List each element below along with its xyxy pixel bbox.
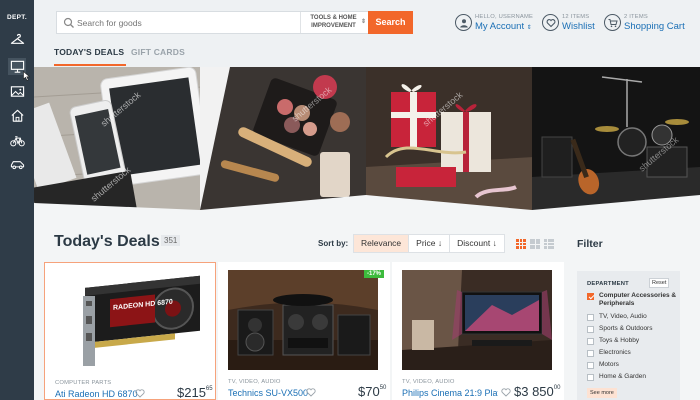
filter-option-label: Toys & Hobby: [599, 337, 640, 344]
product-category: COMPUTER PARTS: [55, 380, 112, 386]
wishlist-label: Wishlist: [562, 21, 595, 32]
wishlist-count: 12 ITEMS: [562, 14, 590, 20]
cart-label: Shopping Cart: [624, 21, 685, 32]
hanger-icon[interactable]: [9, 32, 26, 49]
tab-gift-cards[interactable]: GIFT CARDS: [131, 47, 185, 57]
checkbox[interactable]: [587, 325, 594, 333]
search-category-select[interactable]: TOOLS & HOME IMPROVEMENT ⇕: [300, 12, 369, 33]
search-bar: TOOLS & HOME IMPROVEMENT ⇕: [56, 11, 386, 34]
product-price: $3 85000: [514, 384, 560, 399]
large-grid-view-icon[interactable]: [530, 239, 540, 249]
filter-option[interactable]: Motors: [587, 361, 619, 369]
account-greeting: HELLO, USERNAME: [475, 14, 534, 20]
price-whole: $215: [177, 385, 206, 400]
active-tab-indicator: [54, 64, 126, 66]
filter-option[interactable]: Home & Garden: [587, 373, 646, 381]
discount-badge: -17%: [363, 270, 384, 278]
checkbox[interactable]: [587, 313, 594, 321]
bicycle-icon[interactable]: [9, 132, 26, 149]
sidebar-title: DEPT.: [7, 14, 27, 21]
product-name-link[interactable]: Philips Cinema 21:9 Platinum: [402, 388, 498, 398]
top-header: TOOLS & HOME IMPROVEMENT ⇕ Search HELLO,…: [34, 0, 700, 67]
filter-option[interactable]: Sports & Outdoors: [587, 325, 652, 333]
filter-option-label: Computer Accessories & Peripherals: [599, 292, 677, 307]
search-input[interactable]: [77, 15, 297, 31]
filter-option[interactable]: Computer Accessories & Peripherals: [587, 292, 680, 308]
price-whole: $70: [358, 384, 380, 399]
deals-count-badge: 351: [161, 235, 181, 246]
price-cents: 00: [553, 385, 561, 391]
product-image-tv: [402, 270, 552, 370]
list-view-icon[interactable]: [544, 239, 554, 249]
filter-option[interactable]: Electronics: [587, 349, 631, 357]
updown-arrow-icon: ⇕: [526, 25, 532, 31]
user-icon: [455, 14, 472, 31]
price-cents: 50: [379, 385, 387, 391]
filter-option-label: Motors: [599, 361, 619, 368]
search-button[interactable]: Search: [368, 11, 413, 34]
filter-panel: DEPARTMENT Reset Computer Accessories & …: [577, 271, 680, 400]
product-image-gpu: RADEON HD 6870: [55, 271, 205, 371]
sort-options: Relevance Price ↓ Discount ↓: [353, 234, 505, 253]
updown-arrow-icon: ⇕: [360, 19, 366, 25]
see-more-button[interactable]: See more: [587, 388, 617, 398]
search-category-label: TOOLS & HOME IMPROVEMENT: [310, 15, 357, 29]
hero-banner: shutterstock shutterstock shutterstock s…: [34, 67, 700, 210]
sort-discount-button[interactable]: Discount ↓: [450, 235, 504, 252]
checkbox-checked[interactable]: [587, 292, 594, 300]
filter-option-label: Home & Garden: [599, 373, 646, 380]
mouse-cursor-icon: [23, 71, 31, 81]
checkbox[interactable]: [587, 361, 594, 369]
product-price: $21565: [177, 385, 213, 400]
filter-option[interactable]: Toys & Hobby: [587, 337, 639, 345]
heart-icon: [542, 14, 559, 31]
cart-count: 2 ITEMS: [624, 14, 648, 20]
grid-view-icon[interactable]: [516, 239, 526, 249]
search-icon: [63, 17, 74, 28]
price-cents: 65: [205, 386, 213, 392]
heart-icon[interactable]: [135, 389, 145, 398]
department-label: DEPARTMENT: [587, 281, 629, 287]
filter-option-label: Sports & Outdoors: [599, 325, 653, 332]
heart-icon[interactable]: [306, 388, 316, 397]
checkbox[interactable]: [587, 373, 594, 381]
filter-heading: Filter: [577, 238, 603, 250]
sort-label: Sort by:: [318, 239, 349, 248]
product-category: TV, VIDEO, AUDIO: [402, 379, 455, 385]
filter-option-label: TV, Video, Audio: [599, 313, 647, 320]
department-sidebar: DEPT.: [0, 0, 34, 400]
product-card[interactable]: -17% TV, VIDEO, AUDIO Technics SU-VX500 …: [218, 262, 390, 400]
product-card[interactable]: RADEON HD 6870 COMPUTER PARTS Ati Radeon…: [44, 262, 216, 400]
sort-relevance-button[interactable]: Relevance: [354, 235, 410, 252]
cart-icon: [604, 14, 621, 31]
car-icon[interactable]: [9, 156, 26, 173]
product-price: $7050: [358, 384, 386, 399]
product-image-turntable: [228, 270, 378, 370]
filter-option-label: Electronics: [599, 349, 631, 356]
heart-icon[interactable]: [501, 388, 511, 397]
product-card[interactable]: TV, VIDEO, AUDIO Philips Cinema 21:9 Pla…: [392, 262, 564, 400]
filter-option[interactable]: TV, Video, Audio: [587, 313, 647, 321]
checkbox[interactable]: [587, 349, 594, 357]
price-whole: $3 850: [514, 384, 554, 399]
tab-todays-deals[interactable]: TODAY'S DEALS: [54, 47, 124, 57]
deals-heading: Today's Deals: [54, 233, 160, 250]
account-link-label: My Account: [475, 21, 525, 32]
product-category: TV, VIDEO, AUDIO: [228, 379, 281, 385]
picture-icon[interactable]: [9, 83, 26, 100]
home-icon[interactable]: [9, 107, 26, 124]
sort-price-button[interactable]: Price ↓: [409, 235, 451, 252]
reset-button[interactable]: Reset: [649, 278, 670, 288]
checkbox[interactable]: [587, 337, 594, 345]
